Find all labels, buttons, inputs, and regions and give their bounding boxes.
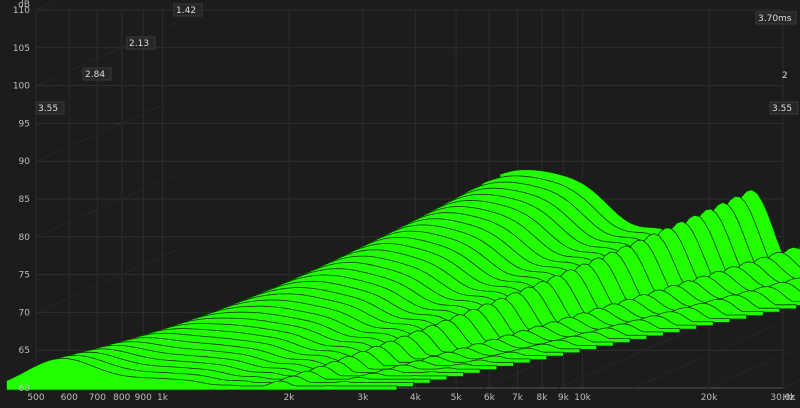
y-tick-label: 105	[13, 44, 30, 54]
y-tick-label: 100	[13, 82, 30, 92]
x-tick-label: 800	[113, 393, 130, 403]
x-tick-label: 4k	[410, 393, 422, 403]
x-tick-label: 7k	[512, 393, 524, 403]
x-tick-label: 8k	[536, 393, 548, 403]
x-tick-label: 5k	[451, 393, 463, 403]
time-label: 1.42	[176, 6, 196, 16]
x-tick-label: 900	[135, 393, 152, 403]
time-label: 2.84	[85, 70, 105, 80]
y-tick-label: 65	[19, 346, 30, 356]
y-tick-label: 85	[19, 195, 30, 205]
x-tick-label: 20k	[701, 393, 718, 403]
y-tick-label: 70	[19, 308, 31, 318]
x-tick-label: 500	[27, 393, 44, 403]
time-label: 2.13	[129, 39, 149, 49]
time-label-right-lower: 3.55	[772, 104, 792, 114]
y-tick-label: 95	[19, 119, 30, 129]
x-tick-label: 700	[89, 393, 106, 403]
x-tick-label: 600	[61, 393, 78, 403]
x-axis-unit: Hz	[783, 393, 795, 403]
x-tick-label: 2k	[283, 393, 295, 403]
x-tick-label: 3k	[357, 393, 369, 403]
time-label: 3.55	[38, 104, 58, 114]
x-tick-label: 9k	[558, 393, 570, 403]
waterfall-plot: 6065707580859095100105110500600700800900…	[0, 0, 800, 404]
y-tick-label: 75	[19, 271, 30, 281]
time-label-right: 2	[782, 71, 788, 81]
y-tick-label: 90	[19, 157, 31, 167]
x-tick-label: 1k	[157, 393, 169, 403]
time-label-top-right: 3.70ms	[758, 14, 792, 24]
y-axis-unit: dB	[18, 0, 30, 10]
waterfall-chart: 6065707580859095100105110500600700800900…	[0, 0, 800, 404]
y-tick-label: 80	[19, 233, 31, 243]
x-tick-label: 6k	[484, 393, 496, 403]
x-tick-label: 10k	[574, 393, 591, 403]
